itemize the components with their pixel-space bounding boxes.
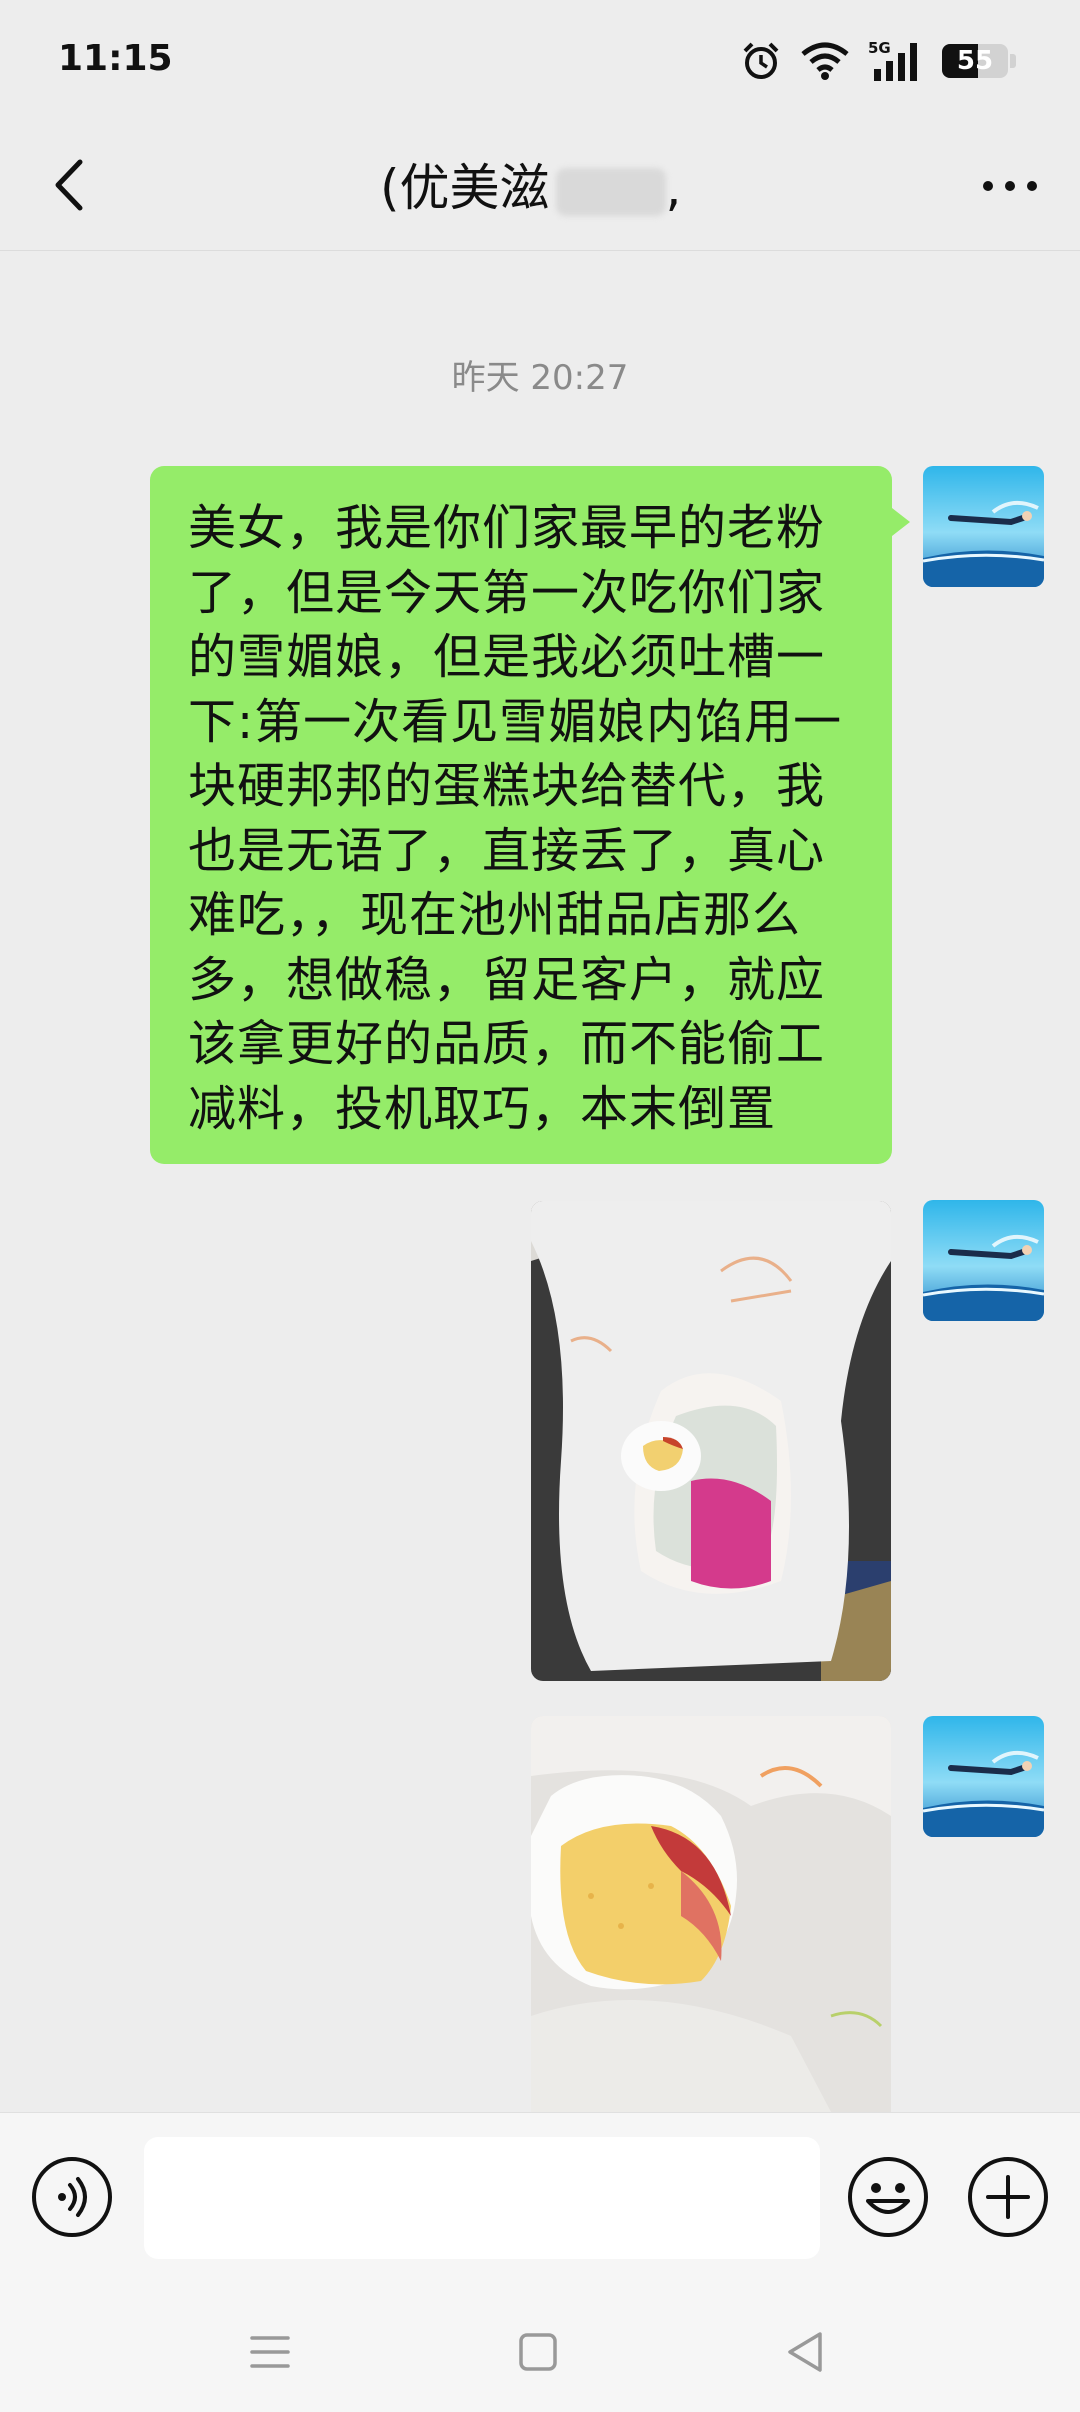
wifi-icon <box>801 42 849 80</box>
voice-icon[interactable] <box>30 2155 114 2239</box>
message-timestamp: 昨天 20:27 <box>451 358 629 398</box>
user-avatar[interactable] <box>923 466 1044 587</box>
message-line: 的雪媚娘，但是我必须吐槽一 <box>188 629 826 685</box>
message-line: 减料，投机取巧，本末倒置 <box>188 1080 777 1137</box>
chat-header: (优美滋, <box>0 120 1080 251</box>
back-triangle-icon[interactable] <box>776 2322 836 2382</box>
status-time: 11:15 <box>58 38 173 79</box>
home-icon[interactable] <box>508 2322 568 2382</box>
message-line: 该拿更好的品质，而不能偷工 <box>188 1016 826 1072</box>
svg-text:5G: 5G <box>868 39 891 57</box>
input-bar <box>0 2112 1080 2283</box>
image-message[interactable] <box>531 1201 891 1681</box>
redacted-name <box>555 167 666 216</box>
more-dots-icon[interactable] <box>970 150 1050 220</box>
bubble-tail <box>892 508 910 536</box>
user-avatar[interactable] <box>923 1200 1044 1321</box>
user-avatar[interactable] <box>923 1716 1044 1837</box>
text-message-bubble[interactable]: 美女，我是你们家最早的老粉 了，但是今天第一次吃你们家 的雪媚娘，但是我必须吐槽… <box>150 466 892 1164</box>
message-line: 多，想做稳，留足客户，就应 <box>188 951 826 1008</box>
message-line: 美女，我是你们家最早的老粉 <box>188 500 826 556</box>
battery-icon: 55 <box>942 44 1008 78</box>
chat-title: (优美滋, <box>380 148 681 220</box>
signal-5g-icon: 5G <box>868 39 917 81</box>
message-line: 块硬邦邦的蛋糕块给替代，我 <box>188 758 826 814</box>
plus-icon[interactable] <box>966 2155 1050 2239</box>
menu-icon[interactable] <box>240 2322 300 2382</box>
status-bar: 11:15 5G 55 <box>0 0 1080 120</box>
battery-level: 55 <box>956 46 994 76</box>
message-line: 难吃，，现在池州甜品店那么 <box>188 887 802 943</box>
battery-tip <box>1010 54 1016 68</box>
status-icons: 5G 55 <box>740 36 1016 86</box>
message-line: 了，但是今天第一次吃你们家 <box>188 564 826 621</box>
alarm-icon <box>743 42 779 79</box>
message-line: 也是无语了，直接丢了，真心 <box>188 822 826 879</box>
image-message[interactable] <box>531 1716 891 2112</box>
back-arrow-icon[interactable] <box>40 150 110 220</box>
message-input[interactable] <box>144 2137 820 2259</box>
chat-title-text: (优美滋 <box>380 159 550 217</box>
message-line: 下:第一次看见雪媚娘内馅用一 <box>188 693 843 750</box>
emoji-icon[interactable] <box>846 2155 930 2239</box>
system-nav-bar <box>0 2282 1080 2412</box>
chat-title-suffix: , <box>665 159 682 217</box>
